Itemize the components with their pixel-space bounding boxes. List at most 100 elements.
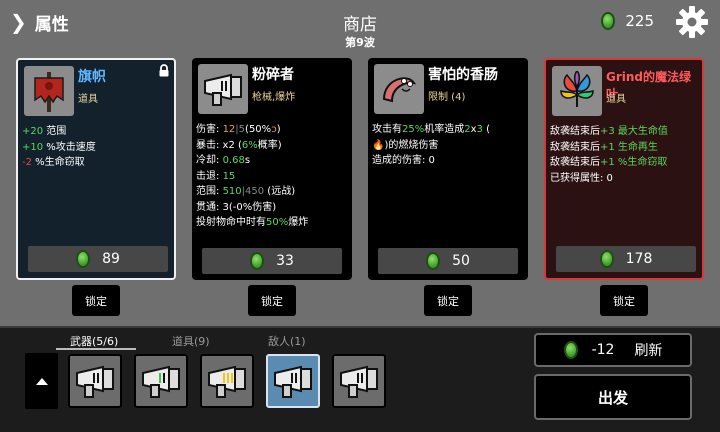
price-value: 89 [102, 251, 120, 267]
stat-line: 敌袭结束后+3 最大生命值 [550, 124, 702, 140]
stat-text: 450 [245, 186, 265, 197]
stat-text: 50% [266, 217, 289, 228]
stat-text: 0.68 [222, 155, 245, 166]
shop-card-magic-leaf[interactable]: Grind的魔法绿叶 道具 敌袭结束后+3 最大生命值 敌袭结束后+1 生命再生敌… [544, 58, 704, 280]
stat-text: +1 %生命窃取 [600, 157, 668, 168]
coin-icon [250, 252, 265, 270]
gear-icon [676, 6, 708, 38]
expand-button[interactable] [25, 353, 58, 409]
card-type: 限制 (4) [428, 92, 466, 103]
gun-icon [208, 365, 246, 398]
gun-icon [274, 365, 312, 398]
buy-button[interactable]: 178 [556, 246, 696, 272]
stat-text: %生命窃取 [31, 157, 85, 168]
weapon-slot-3[interactable] [200, 354, 254, 408]
coin-icon [76, 250, 91, 268]
buy-button[interactable]: 89 [28, 246, 168, 272]
stat-line: 投射物命中时有50%爆炸 [196, 215, 348, 231]
stat-text: 15 [222, 170, 236, 182]
stat-text: 🔥 [372, 139, 385, 151]
lock-button-scared-sausage[interactable]: 锁定 [424, 285, 472, 316]
tab-underline [56, 348, 136, 350]
tab-items[interactable]: 道具(9) [172, 333, 210, 349]
stat-line: 敌袭结束后+1 %生命窃取 [550, 155, 702, 171]
card-name: 旗帜 [78, 69, 106, 85]
stat-text: 击退: [196, 170, 223, 182]
stat-text: -2 [22, 157, 32, 168]
coin-icon [426, 252, 441, 270]
stat-text: 510 [222, 186, 242, 197]
stat-text: (50% [245, 124, 272, 135]
stat-line: 🔥)的燃烧伤害 [372, 138, 524, 154]
coin-icon [563, 341, 578, 359]
stat-text: 敌袭结束后 [550, 126, 600, 137]
stat-line: 贯通: 3(-0%伤害) [196, 200, 348, 216]
tab-weapons[interactable]: 武器(5/6) [70, 333, 118, 349]
stat-text: 已获得属性: 0 [550, 172, 613, 184]
price-value: 33 [276, 253, 294, 269]
tab-enemies[interactable]: 敌人(1) [268, 333, 306, 349]
stat-line: 已获得属性: 0 [550, 171, 702, 187]
stat-text: 敌袭结束后 [550, 157, 600, 168]
stat-line: 冷却: 0.68s [196, 153, 348, 169]
rainbow-leaf-icon [560, 71, 594, 107]
card-stats: +20 范围 +10 %攻击速度 -2 %生命窃取 [22, 124, 174, 171]
weapon-slot-4[interactable] [266, 354, 320, 408]
stat-text: 6% [241, 139, 258, 151]
stat-text: ( [482, 124, 490, 135]
gun-icon [204, 73, 242, 106]
price-value: 50 [452, 253, 470, 269]
weapon-slot-2[interactable] [134, 354, 188, 408]
lock-button-magic-leaf[interactable]: 锁定 [600, 285, 648, 316]
card-name: 害怕的香肠 [428, 67, 498, 83]
lock-button-flag[interactable]: 锁定 [72, 285, 120, 316]
item-image-frame [552, 66, 602, 116]
stat-line: 攻击有25%机率造成2x3 ( [372, 122, 524, 138]
card-stats: 攻击有25%机率造成2x3 (🔥)的燃烧伤害 造成的伤害: 0 [372, 122, 524, 169]
wave-label: 第9波 [345, 36, 375, 49]
refresh-button[interactable]: -12 刷新 [534, 333, 692, 367]
stat-text: %攻击速度 [43, 141, 96, 153]
card-stats: 敌袭结束后+3 最大生命值 敌袭结束后+1 生命再生 敌袭结束后+1 %生命窃取 已获… [550, 124, 702, 186]
stat-text: 12 [222, 124, 236, 135]
stat-text: 造成的伤害: 0 [372, 155, 435, 166]
shop-card-crusher[interactable]: 粉碎者 枪械,爆炸 伤害: 12|5(50%ↄ) 暴击: x2 (6%概率) 冷却:… [192, 58, 352, 280]
shop-card-scared-sausage[interactable]: 害怕的香肠 限制 (4) 攻击有25%机率造成2x3 (🔥)的燃烧伤害 造成的伤害… [368, 58, 528, 280]
stat-text: 概率) [257, 139, 282, 151]
stat-text: 冷却: [196, 155, 223, 166]
stat-text: 范围: [196, 186, 223, 197]
padlock-icon[interactable] [158, 64, 170, 77]
stat-line: 伤害: 12|5(50%ↄ) [196, 122, 348, 138]
stat-line: +10 %攻击速度 [22, 140, 174, 156]
stat-text: 投射物命中时有 [196, 217, 266, 228]
stat-text: 25% [402, 124, 425, 135]
lock-button-crusher[interactable]: 锁定 [248, 285, 296, 316]
stat-line: -2 %生命窃取 [22, 155, 174, 171]
weapon-slot-1[interactable] [68, 354, 122, 408]
card-type: 道具 [78, 94, 98, 105]
coin-icon [601, 12, 616, 30]
stat-text: 机率造成 [424, 124, 465, 135]
stat-line: 造成的伤害: 0 [372, 153, 524, 169]
stat-text: +1 生命再生 [600, 141, 658, 153]
stat-text: 范围 [43, 126, 67, 137]
settings-button[interactable] [674, 4, 710, 40]
go-button[interactable]: 出发 [534, 374, 692, 420]
gun-icon [142, 365, 180, 398]
stat-text: 伤害: [196, 124, 223, 135]
stat-text: 敌袭结束后 [550, 141, 600, 153]
stat-text: )的燃烧伤害 [384, 139, 439, 151]
stat-line: +20 范围 [22, 124, 174, 140]
coin-icon [599, 250, 614, 268]
weapon-slot-5[interactable] [332, 354, 386, 408]
buy-button[interactable]: 50 [378, 248, 518, 274]
stat-text: 暴击: x2 ( [196, 139, 242, 151]
refresh-label: 刷新 [634, 343, 663, 359]
stat-text: +3 最大生命值 [600, 126, 668, 137]
buy-button[interactable]: 33 [202, 248, 342, 274]
arrow-up-icon [35, 378, 48, 385]
stat-text: 攻击有 [372, 124, 402, 135]
shop-card-flag[interactable]: 旗帜 道具 +20 范围 +10 %攻击速度 -2 %生命窃取 89 [16, 58, 176, 280]
item-image-frame [24, 66, 74, 116]
stat-line: 敌袭结束后+1 生命再生 [550, 140, 702, 156]
